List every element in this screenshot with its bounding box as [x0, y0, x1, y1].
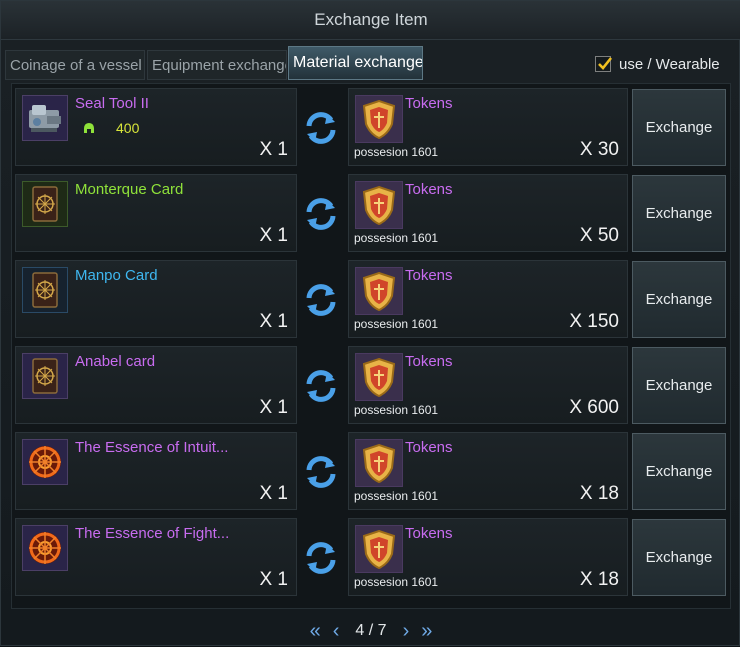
- reward-item-cell[interactable]: Tokens possesion 1601 X 600: [348, 346, 628, 424]
- possession-count: possesion 1601: [354, 575, 439, 589]
- source-item-cell[interactable]: The Essence of Fight... X 1: [15, 518, 297, 596]
- possession-count: possesion 1601: [354, 231, 439, 245]
- source-item-name: Manpo Card: [75, 267, 158, 284]
- card-icon: [22, 353, 68, 399]
- pagination: « ‹ 4 / 7 › »: [1, 615, 740, 647]
- exchange-row: The Essence of Intuit... X 1 Tokens poss…: [12, 428, 732, 512]
- reward-item-name: Tokens: [405, 525, 453, 542]
- reward-item-qty: X 50: [579, 225, 619, 246]
- reward-item-name: Tokens: [405, 439, 453, 456]
- source-item-qty: X 1: [259, 311, 288, 332]
- token-shield-icon: [355, 95, 403, 143]
- source-item-qty: X 1: [259, 139, 288, 160]
- exchange-button[interactable]: Exchange: [632, 175, 726, 252]
- window-title: Exchange Item: [1, 1, 740, 40]
- token-shield-icon: [355, 353, 403, 401]
- page-indicator: 4 / 7: [355, 622, 387, 639]
- exchange-arrow-icon: [306, 112, 336, 144]
- exchange-arrow-icon: [306, 542, 336, 574]
- helmet-icon: [84, 123, 94, 133]
- tab-material-exchange[interactable]: Material exchange: [288, 46, 423, 80]
- exchange-list: Seal Tool II 400 X 1 Tokens possesion 16…: [11, 83, 731, 609]
- exchange-arrow-icon: [306, 456, 336, 488]
- reward-item-name: Tokens: [405, 267, 453, 284]
- source-item-cell[interactable]: Monterque Card X 1: [15, 174, 297, 252]
- reward-item-name: Tokens: [405, 95, 453, 112]
- card-icon: [22, 181, 68, 227]
- wearable-filter[interactable]: use / Wearable: [595, 54, 720, 74]
- reward-item-qty: X 30: [579, 139, 619, 160]
- exchange-arrow-icon: [306, 198, 336, 230]
- exchange-button[interactable]: Exchange: [632, 261, 726, 338]
- source-item-cell[interactable]: Anabel card X 1: [15, 346, 297, 424]
- exchange-row: Seal Tool II 400 X 1 Tokens possesion 16…: [12, 84, 732, 168]
- reward-item-cell[interactable]: Tokens possesion 1601 X 18: [348, 518, 628, 596]
- source-item-cell[interactable]: The Essence of Intuit... X 1: [15, 432, 297, 510]
- token-shield-icon: [355, 439, 403, 487]
- source-item-qty: X 1: [259, 397, 288, 418]
- source-item-name: The Essence of Fight...: [75, 525, 230, 542]
- reward-item-qty: X 150: [569, 311, 619, 332]
- exchange-button[interactable]: Exchange: [632, 433, 726, 510]
- item-stat: 400: [82, 120, 139, 136]
- checkmark-icon: [598, 57, 613, 70]
- exchange-button[interactable]: Exchange: [632, 347, 726, 424]
- exchange-button[interactable]: Exchange: [632, 519, 726, 596]
- essence-icon: [22, 525, 68, 571]
- wearable-label: use / Wearable: [619, 55, 720, 73]
- reward-item-cell[interactable]: Tokens possesion 1601 X 18: [348, 432, 628, 510]
- possession-count: possesion 1601: [354, 145, 439, 159]
- token-shield-icon: [355, 267, 403, 315]
- source-item-name: The Essence of Intuit...: [75, 439, 229, 456]
- reward-item-cell[interactable]: Tokens possesion 1601 X 30: [348, 88, 628, 166]
- exchange-button[interactable]: Exchange: [632, 89, 726, 166]
- tab-equipment-exchange[interactable]: Equipment exchange: [147, 50, 287, 80]
- source-item-cell[interactable]: Seal Tool II 400 X 1: [15, 88, 297, 166]
- stat-value: 400: [116, 120, 140, 136]
- possession-count: possesion 1601: [354, 403, 439, 417]
- source-item-cell[interactable]: Manpo Card X 1: [15, 260, 297, 338]
- source-item-name: Seal Tool II: [75, 95, 149, 112]
- reward-item-cell[interactable]: Tokens possesion 1601 X 50: [348, 174, 628, 252]
- reward-item-cell[interactable]: Tokens possesion 1601 X 150: [348, 260, 628, 338]
- possession-count: possesion 1601: [354, 317, 439, 331]
- reward-item-name: Tokens: [405, 353, 453, 370]
- seal-tool-icon: [22, 95, 68, 141]
- exchange-arrow-icon: [306, 370, 336, 402]
- wearable-checkbox[interactable]: [595, 56, 613, 72]
- reward-item-name: Tokens: [405, 181, 453, 198]
- source-item-qty: X 1: [259, 225, 288, 246]
- exchange-row: Anabel card X 1 Tokens possesion 1601 X …: [12, 342, 732, 426]
- exchange-arrow-icon: [306, 284, 336, 316]
- exchange-row: Monterque Card X 1 Tokens possesion 1601…: [12, 170, 732, 254]
- next-page-icon[interactable]: ›: [403, 621, 410, 641]
- first-page-icon[interactable]: «: [310, 621, 321, 641]
- prev-page-icon[interactable]: ‹: [333, 621, 340, 641]
- exchange-window: Exchange Item Coinage of a vessel Equipm…: [0, 0, 740, 646]
- reward-item-qty: X 600: [569, 397, 619, 418]
- exchange-row: The Essence of Fight... X 1 Tokens posse…: [12, 514, 732, 598]
- token-shield-icon: [355, 181, 403, 229]
- tab-coinage[interactable]: Coinage of a vessel: [5, 50, 145, 80]
- reward-item-qty: X 18: [579, 569, 619, 590]
- source-item-qty: X 1: [259, 569, 288, 590]
- card-icon: [22, 267, 68, 313]
- token-shield-icon: [355, 525, 403, 573]
- source-item-name: Anabel card: [75, 353, 156, 370]
- possession-count: possesion 1601: [354, 489, 439, 503]
- exchange-row: Manpo Card X 1 Tokens possesion 1601 X 1…: [12, 256, 732, 340]
- source-item-qty: X 1: [259, 483, 288, 504]
- reward-item-qty: X 18: [579, 483, 619, 504]
- last-page-icon[interactable]: »: [421, 621, 432, 641]
- essence-icon: [22, 439, 68, 485]
- source-item-name: Monterque Card: [75, 181, 184, 198]
